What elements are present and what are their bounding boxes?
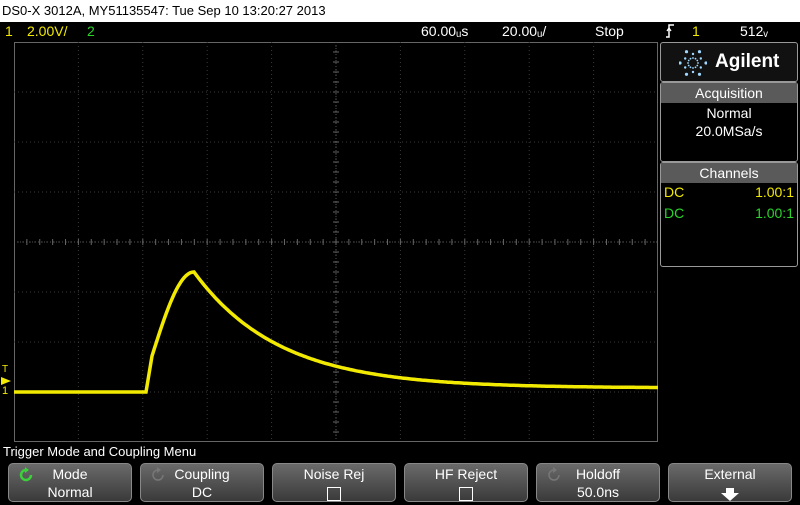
channel-row[interactable]: DC 1.00:1: [661, 184, 797, 205]
probe-ratio: 1.00:1: [755, 205, 794, 221]
spark-dot: [692, 67, 694, 69]
brand-logo: Agilent: [660, 42, 798, 82]
channel-coupling: DC: [664, 205, 685, 221]
spark-dot: [684, 72, 689, 76]
spark-dot: [699, 66, 702, 69]
spark-dot: [689, 57, 692, 60]
ch1-ground-marker: 1: [2, 385, 9, 397]
time-scale[interactable]: 20.00ᵤ/: [502, 22, 546, 40]
spark-dot: [696, 64, 699, 67]
softkey-label: Holdoff: [575, 466, 621, 482]
softkey-value: 50.0ns: [576, 484, 620, 500]
mode-softkey[interactable]: Mode Normal: [8, 463, 132, 502]
external-softkey[interactable]: External: [668, 463, 792, 502]
softkey-bar: Mode Normal Coupling DC Noise Rej HF Rej…: [0, 461, 800, 503]
trigger-edge-icon: [664, 23, 676, 43]
trigger-source[interactable]: 1: [692, 22, 700, 40]
run-state[interactable]: Stop: [595, 22, 624, 40]
spark-dot: [697, 50, 702, 54]
softkey-label: HF Reject: [434, 466, 498, 482]
spark-dot: [684, 57, 687, 60]
softkey-label: Noise Rej: [303, 466, 365, 482]
softkey-label: External: [704, 466, 756, 482]
holdoff-softkey[interactable]: Holdoff 50.0ns: [536, 463, 660, 502]
noise-reject-checkbox[interactable]: [327, 487, 341, 501]
softkey-label: Mode: [52, 466, 88, 482]
sample-rate: 20.0MSa/s: [695, 123, 763, 139]
waveform-display[interactable]: [14, 42, 658, 442]
spark-dot: [692, 57, 694, 59]
spark-dot: [687, 64, 690, 67]
noise-reject-softkey[interactable]: Noise Rej: [272, 463, 396, 502]
title-bar: DS0-X 3012A, MY51135547: Tue Sep 10 13:2…: [0, 0, 800, 22]
status-bar: 1 2.00V/ 2 60.00ᵤs 20.00ᵤ/ Stop 1 512ᵥ: [0, 22, 800, 40]
channel-coupling: DC: [664, 184, 685, 200]
trigger-level-marker: T: [2, 364, 9, 375]
hf-reject-softkey[interactable]: HF Reject: [404, 463, 528, 502]
hf-reject-checkbox[interactable]: [459, 487, 473, 501]
softkey-label: Coupling: [174, 466, 230, 482]
channels-header: Channels: [661, 163, 797, 183]
spark-dot: [679, 61, 682, 65]
coupling-softkey[interactable]: Coupling DC: [140, 463, 264, 502]
spark-dot: [687, 59, 690, 62]
spark-dot: [694, 57, 697, 60]
ch1-number[interactable]: 1: [5, 22, 13, 40]
spark-dot: [689, 66, 692, 69]
spark-dot: [687, 62, 689, 64]
menu-title: Trigger Mode and Coupling Menu: [3, 444, 197, 459]
trigger-level[interactable]: 512ᵥ: [740, 22, 768, 40]
softkey-value: DC: [191, 484, 213, 500]
spark-dot: [696, 59, 699, 62]
ch1-ground-arrow-icon: [1, 377, 11, 385]
channels-panel[interactable]: Channels DC 1.00:1 DC 1.00:1: [660, 162, 798, 267]
softkey-value: Normal: [47, 484, 93, 500]
window-title: DS0-X 3012A, MY51135547: Tue Sep 10 13:2…: [2, 3, 326, 18]
spark-dot: [704, 61, 707, 65]
spark-dot: [684, 66, 687, 69]
graticule: [14, 42, 658, 442]
spark-dot: [691, 52, 695, 56]
spark-dot: [691, 70, 695, 74]
probe-ratio: 1.00:1: [755, 184, 794, 200]
agilent-spark-icon: [679, 50, 707, 76]
brand-name: Agilent: [715, 51, 780, 72]
acquisition-mode: Normal: [706, 105, 752, 121]
acquisition-header: Acquisition: [661, 83, 797, 103]
spark-dot: [684, 50, 689, 54]
submenu-arrow-down-icon: [721, 488, 739, 501]
ch1-scale[interactable]: 2.00V/: [27, 22, 67, 40]
spark-dot: [697, 72, 702, 76]
ch2-number[interactable]: 2: [87, 22, 95, 40]
spark-dot: [694, 66, 697, 69]
channel-row[interactable]: DC 1.00:1: [661, 205, 797, 226]
spark-dot: [699, 57, 702, 60]
time-position[interactable]: 60.00ᵤs: [421, 22, 468, 40]
spark-dot: [697, 62, 699, 64]
acquisition-panel[interactable]: Acquisition Normal 20.0MSa/s: [660, 82, 798, 162]
